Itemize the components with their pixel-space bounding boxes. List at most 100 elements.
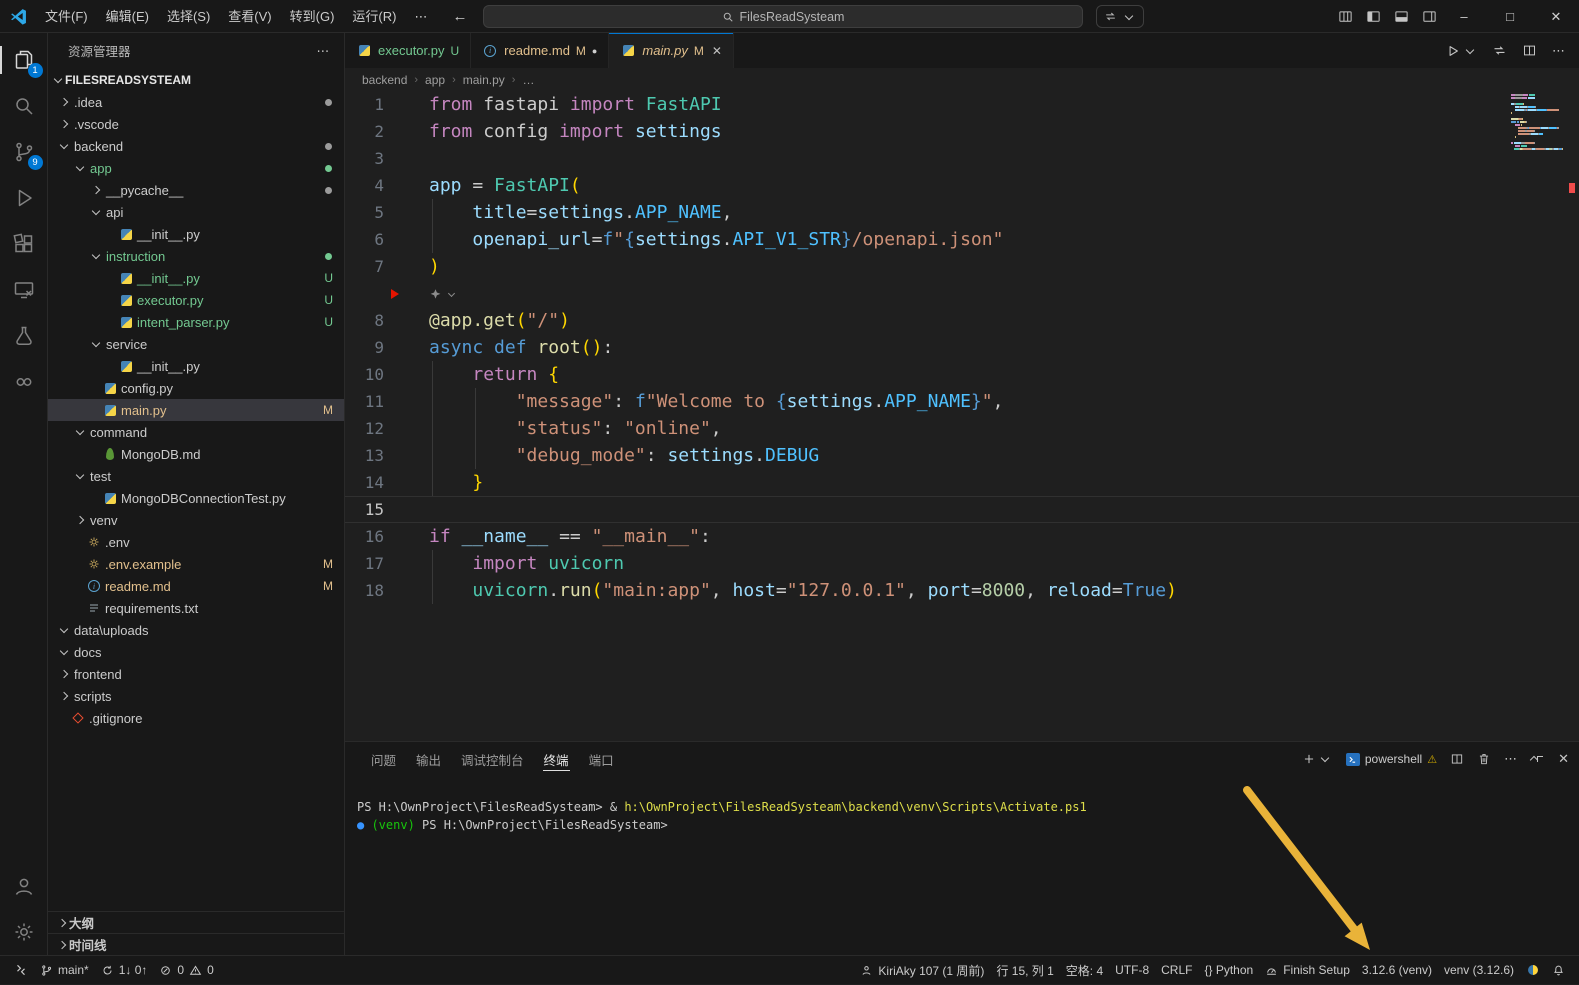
menu-item-1[interactable]: 编辑(E)	[97, 0, 158, 33]
code-line-17[interactable]: 17 import uvicorn	[345, 550, 1579, 577]
titlebar-extra-button[interactable]	[1096, 5, 1144, 28]
new-terminal-button[interactable]	[1302, 752, 1333, 766]
finish-setup-item[interactable]: Finish Setup	[1259, 956, 1356, 985]
tree-item-MongoDB.md[interactable]: MongoDB.md	[48, 443, 344, 465]
toggle-primary-sidebar-icon[interactable]	[1366, 9, 1381, 24]
code-line-14[interactable]: 14 }	[345, 469, 1579, 496]
code-line-6[interactable]: 6 openapi_url=f"{settings.API_V1_STR}/op…	[345, 226, 1579, 253]
customize-layout-icon[interactable]	[1338, 9, 1353, 24]
tree-item-data\uploads[interactable]: data\uploads	[48, 619, 344, 641]
code-line-11[interactable]: 11 "message": f"Welcome to {settings.APP…	[345, 388, 1579, 415]
tab-main.py[interactable]: main.pyM✕	[609, 33, 734, 68]
panel-tab-输出[interactable]: 输出	[406, 742, 451, 776]
minimap[interactable]	[1511, 94, 1563, 151]
tree-item-config.py[interactable]: config.py	[48, 377, 344, 399]
code-line-8[interactable]: 8@app.get("/")	[345, 307, 1579, 334]
close-button[interactable]: ✕	[1533, 0, 1579, 33]
command-center-search[interactable]: FilesReadSysteam	[483, 5, 1083, 28]
close-tab-icon[interactable]: ✕	[712, 44, 722, 58]
tree-item-frontend[interactable]: frontend	[48, 663, 344, 685]
language-mode-item[interactable]: {} Python	[1198, 956, 1259, 985]
breadcrumb-item-main.py[interactable]: main.py	[463, 73, 505, 87]
terminal-instance-item[interactable]: powershell ⚠	[1346, 752, 1437, 766]
menu-item-3[interactable]: 查看(V)	[219, 0, 280, 33]
extension-item-icon[interactable]	[0, 359, 48, 405]
tab-readme.md[interactable]: ireadme.mdM●	[471, 33, 609, 68]
maximize-button[interactable]: □	[1487, 0, 1533, 33]
sidebar-section-1[interactable]: 时间线	[48, 933, 344, 955]
remote-indicator[interactable]	[8, 956, 34, 985]
run-dropdown-icon[interactable]	[1462, 44, 1477, 58]
menu-item-4[interactable]: 转到(G)	[281, 0, 344, 33]
code-line-widget[interactable]	[345, 280, 1579, 307]
split-terminal-icon[interactable]	[1450, 752, 1464, 766]
code-line-15[interactable]: 15	[345, 496, 1579, 523]
python-logo-icon[interactable]	[1520, 956, 1546, 985]
venv-item[interactable]: venv (3.12.6)	[1438, 956, 1520, 985]
problems-item[interactable]: 0 0	[153, 956, 219, 985]
tree-item-.gitignore[interactable]: .gitignore	[48, 707, 344, 729]
toggle-panel-icon[interactable]	[1394, 9, 1409, 24]
tree-item-venv[interactable]: venv	[48, 509, 344, 531]
code-line-4[interactable]: 4app = FastAPI(	[345, 172, 1579, 199]
search-view-icon[interactable]	[0, 83, 48, 129]
code-line-3[interactable]: 3	[345, 145, 1579, 172]
run-debug-icon[interactable]	[0, 175, 48, 221]
tree-item-instruction[interactable]: instruction	[48, 245, 344, 267]
menu-item-0[interactable]: 文件(F)	[36, 0, 97, 33]
git-branch-item[interactable]: main*	[34, 956, 95, 985]
tree-item-intent_parser.py[interactable]: intent_parser.pyU	[48, 311, 344, 333]
breadcrumb-item-app[interactable]: app	[425, 73, 445, 87]
tree-item-__init__.py[interactable]: __init__.py	[48, 355, 344, 377]
extensions-icon[interactable]	[0, 221, 48, 267]
panel-tab-终端[interactable]: 终端	[534, 742, 579, 776]
tree-item-.idea[interactable]: .idea	[48, 91, 344, 113]
toggle-secondary-sidebar-icon[interactable]	[1422, 9, 1437, 24]
panel-tab-问题[interactable]: 问题	[361, 742, 406, 776]
code-line-7[interactable]: 7)	[345, 253, 1579, 280]
tree-item-backend[interactable]: backend	[48, 135, 344, 157]
tree-item-.env[interactable]: .env	[48, 531, 344, 553]
indentation-item[interactable]: 空格: 4	[1060, 956, 1109, 985]
tree-item-MongoDBConnectionTest.py[interactable]: MongoDBConnectionTest.py	[48, 487, 344, 509]
panel-tab-端口[interactable]: 端口	[579, 742, 624, 776]
tree-item-.env.example[interactable]: .env.exampleM	[48, 553, 344, 575]
tree-item-api[interactable]: api	[48, 201, 344, 223]
testing-icon[interactable]	[0, 313, 48, 359]
tree-item-scripts[interactable]: scripts	[48, 685, 344, 707]
account-icon[interactable]	[0, 863, 48, 909]
workspace-section-header[interactable]: FILESREADSYSTEAM	[48, 68, 344, 91]
git-sync-item[interactable]: 1↓ 0↑	[95, 956, 154, 985]
tree-item-main.py[interactable]: main.pyM	[48, 399, 344, 421]
code-line-1[interactable]: 1from fastapi import FastAPI	[345, 91, 1579, 118]
menu-item-5[interactable]: 运行(R)	[343, 0, 405, 33]
run-python-button[interactable]	[1446, 44, 1477, 58]
git-blame-item[interactable]: KiriAky 107 (1 周前)	[854, 956, 990, 985]
kill-terminal-icon[interactable]	[1477, 752, 1491, 766]
tree-item-command[interactable]: command	[48, 421, 344, 443]
close-panel-icon[interactable]: ✕	[1558, 751, 1569, 767]
notifications-bell-icon[interactable]	[1546, 956, 1571, 985]
remote-explorer-icon[interactable]	[0, 267, 48, 313]
tree-item-.vscode[interactable]: .vscode	[48, 113, 344, 135]
tree-item-docs[interactable]: docs	[48, 641, 344, 663]
code-line-5[interactable]: 5 title=settings.APP_NAME,	[345, 199, 1579, 226]
tree-item-executor.py[interactable]: executor.pyU	[48, 289, 344, 311]
code-line-2[interactable]: 2from config import settings	[345, 118, 1579, 145]
tab-executor.py[interactable]: executor.pyU	[345, 33, 471, 68]
tree-item-__init__.py[interactable]: __init__.pyU	[48, 267, 344, 289]
more-actions-icon[interactable]: ⋯	[1552, 43, 1565, 59]
back-arrow-icon[interactable]: ←	[452, 8, 467, 25]
tree-item-readme.md[interactable]: ireadme.mdM	[48, 575, 344, 597]
split-editor-icon[interactable]	[1522, 43, 1537, 58]
tree-item-service[interactable]: service	[48, 333, 344, 355]
tree-item-__pycache__[interactable]: __pycache__	[48, 179, 344, 201]
terminal-output[interactable]: PS H:\OwnProject\FilesReadSysteam> & h:\…	[345, 776, 1579, 955]
code-line-9[interactable]: 9async def root():	[345, 334, 1579, 361]
minimize-button[interactable]: –	[1441, 0, 1487, 33]
code-line-10[interactable]: 10 return {	[345, 361, 1579, 388]
settings-gear-icon[interactable]	[0, 909, 48, 955]
tree-item-test[interactable]: test	[48, 465, 344, 487]
code-editor[interactable]: 1from fastapi import FastAPI2from config…	[345, 91, 1579, 741]
menu-item-2[interactable]: 选择(S)	[158, 0, 219, 33]
